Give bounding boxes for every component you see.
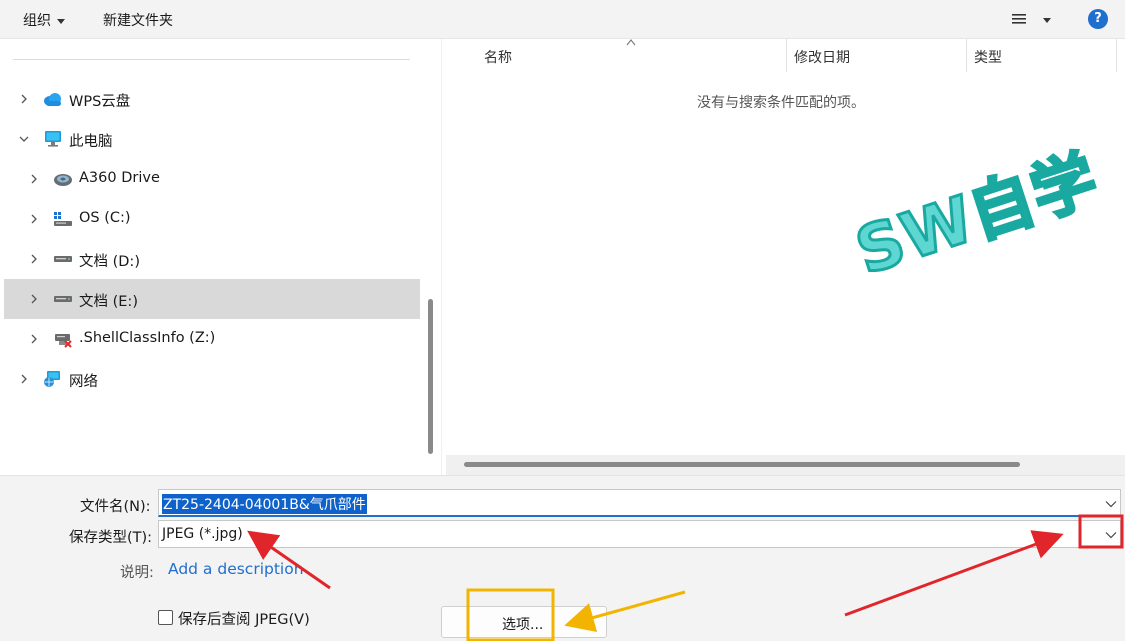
- nav-item-this-pc[interactable]: 此电脑: [4, 119, 420, 159]
- nav-item-label: A360 Drive: [79, 170, 160, 186]
- chevron-right-icon[interactable]: [18, 93, 30, 105]
- computer-icon: [45, 131, 61, 147]
- nav-item-label: OS (C:): [79, 210, 131, 226]
- nav-item-label: 此电脑: [69, 134, 113, 150]
- description-label: 说明:: [120, 565, 154, 581]
- network-drive-disconnected-icon: [55, 334, 72, 348]
- nav-item-os-c[interactable]: OS (C:): [4, 199, 420, 239]
- column-header-modified[interactable]: 修改日期: [794, 39, 850, 72]
- empty-message: 没有与搜索条件匹配的项。: [697, 95, 865, 111]
- view-options-button[interactable]: [1012, 13, 1052, 31]
- filetype-value: JPEG (*.jpg): [162, 526, 243, 542]
- chevron-down-icon[interactable]: [18, 133, 30, 145]
- chevron-down-icon[interactable]: [1105, 531, 1117, 539]
- nav-item-shellclassinfo-z[interactable]: .ShellClassInfo (Z:): [4, 319, 420, 359]
- chevron-right-icon[interactable]: [28, 333, 40, 345]
- chevron-right-icon[interactable]: [28, 293, 40, 305]
- nav-item-label: 网络: [69, 374, 98, 390]
- organize-button[interactable]: 组织: [23, 10, 65, 30]
- drive-icon: [54, 256, 72, 262]
- nav-item-label: 文档 (E:): [79, 294, 138, 310]
- network-icon: [44, 371, 60, 387]
- chevron-right-icon[interactable]: [28, 253, 40, 265]
- column-divider[interactable]: [786, 39, 787, 72]
- drive-icon: [54, 296, 72, 302]
- sort-up-icon: [626, 39, 636, 46]
- filetype-label: 保存类型(T):: [69, 530, 153, 546]
- filetype-select[interactable]: JPEG (*.jpg): [158, 520, 1121, 548]
- column-divider[interactable]: [1116, 39, 1117, 72]
- column-header-name[interactable]: 名称: [484, 39, 512, 72]
- nav-item-docs-d[interactable]: 文档 (D:): [4, 239, 420, 279]
- filename-label: 文件名(N):: [80, 499, 151, 515]
- chevron-right-icon[interactable]: [28, 173, 40, 185]
- view-after-save-checkbox[interactable]: [158, 610, 173, 625]
- nav-scrollbar[interactable]: [428, 299, 433, 454]
- filename-value: ZT25-2404-04001B&气爪部件: [162, 494, 367, 514]
- nav-item-label: 文档 (D:): [79, 254, 140, 270]
- filename-input[interactable]: ZT25-2404-04001B&气爪部件: [158, 489, 1121, 517]
- nav-item-docs-e[interactable]: 文档 (E:): [4, 279, 420, 319]
- nav-item-network[interactable]: 网络: [4, 359, 420, 399]
- column-header-type[interactable]: 类型: [974, 39, 1002, 72]
- nav-item-label: WPS云盘: [69, 94, 131, 110]
- horizontal-scrollbar-thumb[interactable]: [464, 462, 1020, 467]
- nav-item-wps-cloud[interactable]: WPS云盘: [4, 79, 420, 119]
- chevron-down-icon: [57, 18, 65, 24]
- organize-label: 组织: [23, 13, 51, 29]
- add-description-link[interactable]: Add a description: [168, 560, 304, 578]
- file-list: 名称 修改日期 类型 没有与搜索条件匹配的项。: [441, 39, 1125, 475]
- chevron-down-icon[interactable]: [1105, 500, 1117, 508]
- navigation-pane: WPS云盘 此电脑 A360 Drive OS (C:) 文档 (D:) 文档 …: [0, 39, 441, 475]
- chevron-right-icon[interactable]: [28, 213, 40, 225]
- cloud-icon: [44, 93, 61, 106]
- a360-drive-icon: [54, 174, 72, 186]
- list-view-icon: [1012, 14, 1051, 24]
- chevron-right-icon[interactable]: [18, 373, 30, 385]
- nav-divider: [13, 59, 410, 60]
- save-form: 文件名(N): ZT25-2404-04001B&气爪部件 保存类型(T): J…: [0, 475, 1125, 641]
- toolbar: 组织 新建文件夹 ?: [0, 0, 1125, 39]
- windows-drive-icon: [54, 212, 72, 226]
- column-divider[interactable]: [966, 39, 967, 72]
- new-folder-button[interactable]: 新建文件夹: [103, 10, 173, 30]
- nav-item-a360-drive[interactable]: A360 Drive: [4, 159, 420, 199]
- help-button[interactable]: ?: [1088, 9, 1108, 29]
- options-button-label: 选项...: [502, 617, 544, 633]
- view-after-save-label[interactable]: 保存后查阅 JPEG(V): [178, 608, 310, 629]
- nav-item-label: .ShellClassInfo (Z:): [79, 330, 216, 346]
